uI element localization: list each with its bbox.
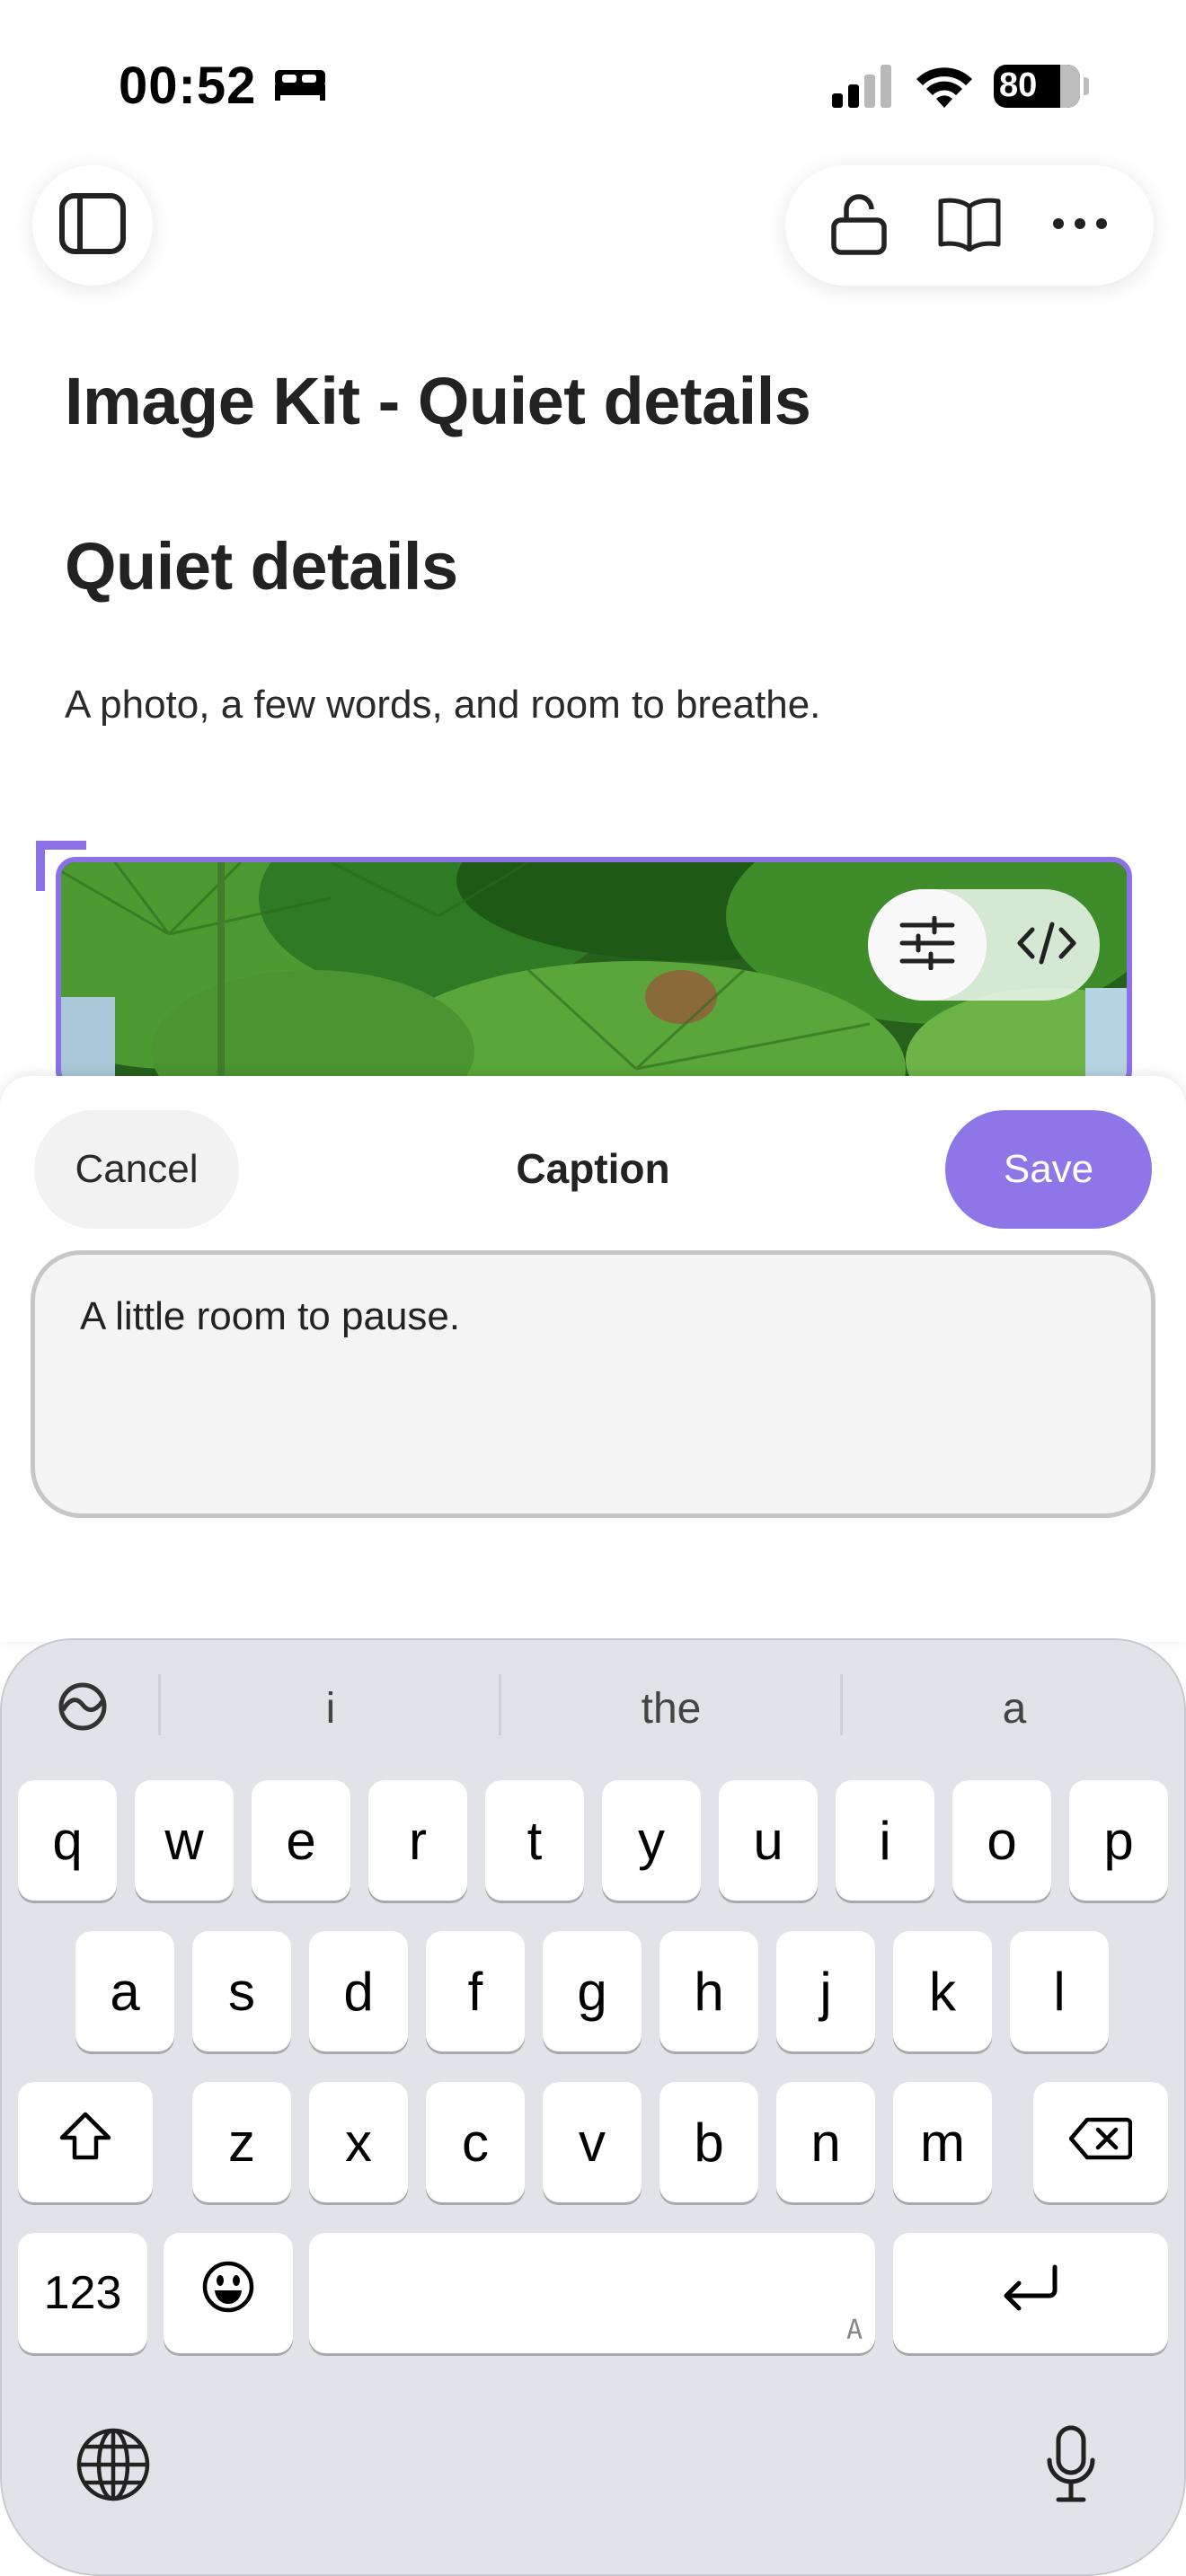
key-j[interactable]: j	[776, 1931, 875, 2051]
caption-input[interactable]	[31, 1250, 1155, 1518]
code-icon	[1016, 921, 1077, 970]
sidebar-toggle-button[interactable]	[32, 165, 153, 286]
document-title[interactable]: Image Kit - Quiet details	[65, 363, 811, 439]
key-f[interactable]: f	[426, 1931, 525, 2051]
emoji-toggle-button[interactable]	[50, 1676, 115, 1741]
emoji-key[interactable]	[164, 2233, 293, 2353]
shift-key[interactable]	[18, 2082, 153, 2202]
key-p[interactable]: p	[1069, 1780, 1168, 1901]
key-z[interactable]: z	[192, 2082, 291, 2202]
key-l[interactable]: l	[1010, 1931, 1109, 2051]
numbers-key[interactable]: 123	[18, 2233, 147, 2353]
dictation-button[interactable]	[1030, 2422, 1112, 2511]
key-r[interactable]: r	[368, 1780, 467, 1901]
key-a[interactable]: a	[75, 1931, 174, 2051]
key-m[interactable]: m	[893, 2082, 992, 2202]
key-t[interactable]: t	[485, 1780, 584, 1901]
key-q[interactable]: q	[18, 1780, 117, 1901]
globe-button[interactable]	[72, 2425, 155, 2508]
key-i[interactable]: i	[836, 1780, 934, 1901]
delete-icon	[1068, 2112, 1133, 2174]
key-e[interactable]: e	[252, 1780, 350, 1901]
image-adjust-button[interactable]	[868, 889, 987, 1001]
lock-toggle-button[interactable]	[814, 181, 904, 270]
document-paragraph[interactable]: A photo, a few words, and room to breath…	[65, 683, 820, 728]
battery-charging-icon: 80	[994, 65, 1080, 108]
document-toolbar	[785, 165, 1154, 286]
save-button[interactable]: Save	[945, 1110, 1152, 1229]
adjust-sliders-icon	[898, 915, 956, 975]
suggestion-3[interactable]: a	[843, 1676, 1186, 1741]
space-key[interactable]: A	[309, 2233, 875, 2353]
key-o[interactable]: o	[952, 1780, 1051, 1901]
key-u[interactable]: u	[719, 1780, 818, 1901]
key-y[interactable]: y	[602, 1780, 701, 1901]
sidebar-icon	[58, 192, 127, 260]
key-x[interactable]: x	[309, 2082, 408, 2202]
emoji-icon	[201, 2260, 255, 2326]
more-icon	[1052, 217, 1108, 234]
delete-key[interactable]	[1033, 2082, 1168, 2202]
space-hint: A	[845, 2315, 863, 2346]
globe-icon	[75, 2427, 151, 2507]
key-d[interactable]: d	[309, 1931, 408, 2051]
reader-mode-button[interactable]	[925, 181, 1014, 270]
book-icon	[937, 196, 1002, 256]
key-g[interactable]: g	[543, 1931, 642, 2051]
status-time: 00:52	[119, 57, 257, 115]
key-n[interactable]: n	[776, 2082, 875, 2202]
return-key[interactable]	[893, 2233, 1168, 2353]
status-bar: 00:52 80	[0, 0, 1186, 171]
unlock-icon	[830, 191, 888, 260]
key-c[interactable]: c	[426, 2082, 525, 2202]
key-b[interactable]: b	[659, 2082, 758, 2202]
return-icon	[999, 2263, 1062, 2325]
cellular-signal-icon	[832, 65, 895, 112]
key-h[interactable]: h	[659, 1931, 758, 2051]
image-code-button[interactable]	[999, 889, 1094, 1001]
shift-icon	[58, 2111, 112, 2174]
emoji-toggle-icon	[58, 1681, 108, 1736]
key-v[interactable]: v	[543, 2082, 642, 2202]
key-w[interactable]: w	[135, 1780, 234, 1901]
document-heading[interactable]: Quiet details	[65, 528, 458, 604]
suggestion-2[interactable]: the	[501, 1676, 841, 1741]
more-options-button[interactable]	[1035, 181, 1125, 270]
battery-level: 80	[999, 66, 1038, 104]
wifi-icon	[913, 61, 976, 114]
suggestion-1[interactable]: i	[162, 1676, 500, 1741]
key-s[interactable]: s	[192, 1931, 291, 2051]
bed-icon	[273, 66, 327, 107]
key-k[interactable]: k	[893, 1931, 992, 2051]
microphone-icon	[1044, 2424, 1098, 2510]
